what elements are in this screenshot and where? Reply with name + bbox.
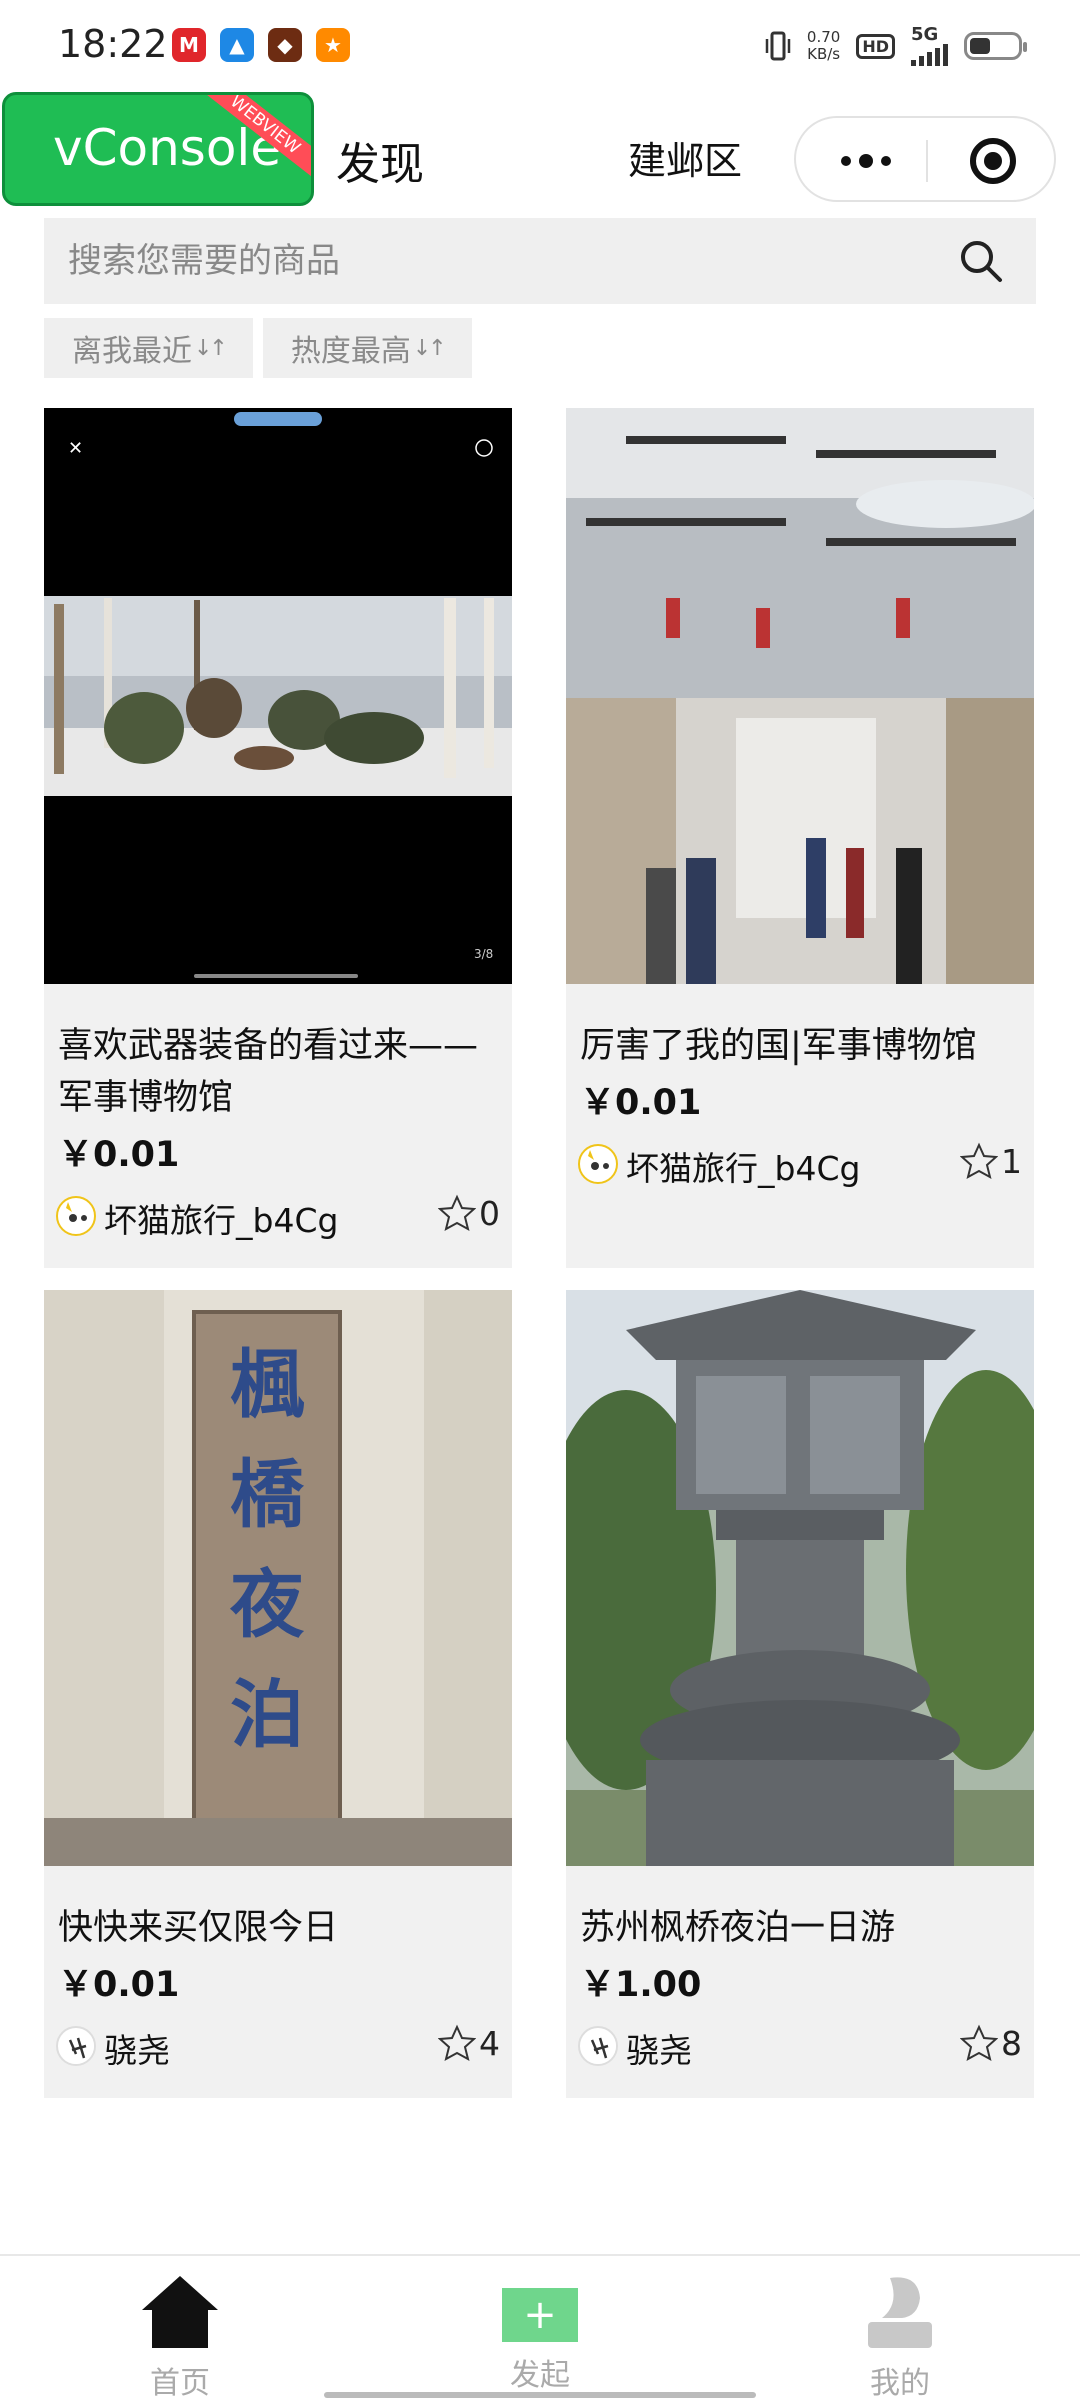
tab-home[interactable]: 首页 (100, 2274, 260, 2402)
fengqiao-stele-image: 楓 橋 夜 泊 (44, 1290, 512, 1866)
favorite-count: 0 (479, 1194, 500, 1233)
product-image-video: ✕ 3/8 (44, 408, 512, 984)
star-icon[interactable] (438, 1194, 476, 1232)
product-price: ￥0.01 (58, 1965, 180, 2005)
vibrate-icon (765, 31, 791, 61)
sort-arrows-icon: ↓↑ (412, 335, 447, 361)
network-speed-value: 0.70 (806, 28, 841, 46)
product-card[interactable]: 厉害了我的国|军事博物馆 ￥0.01 坏猫旅行_b4Cg 1 (566, 408, 1034, 1268)
favorite-count: 1 (1001, 1142, 1022, 1181)
sort-hottest-label: 热度最高 (290, 334, 411, 369)
navigation-app-icon: ▲ (220, 28, 254, 62)
product-footer: 坏猫旅行_b4Cg 1 (566, 1130, 1034, 1200)
product-image: 楓 橋 夜 泊 (44, 1290, 512, 1866)
district-selector[interactable]: 建邺区 (628, 130, 742, 185)
status-app-icons: M ▲ ◆ ★ (172, 28, 350, 62)
status-time: 18:22 (58, 22, 168, 66)
product-card[interactable]: ✕ 3/8 喜欢武器装备的看过来——军事博物馆 ￥0.01 坏猫旅行_b4Cg (44, 408, 512, 1268)
battery-icon (964, 32, 1027, 60)
metro-app-icon: M (172, 28, 206, 62)
product-price: ￥1.00 (580, 1965, 702, 2005)
close-miniprogram-icon[interactable] (970, 138, 1016, 184)
stele-char-2: 橋 (230, 1452, 305, 1538)
home-indicator[interactable] (324, 2392, 756, 2398)
product-price: ￥0.01 (580, 1083, 702, 1123)
status-indicators: 0.70 KB/s HD 5G (765, 26, 1027, 66)
product-title: 厉害了我的国|军事博物馆 (580, 1026, 977, 1066)
product-title: 快快来买仅限今日 (58, 1908, 339, 1948)
network-speed-unit: KB/s (807, 45, 841, 63)
video-page-indicator: 3/8 (474, 947, 493, 961)
add-post-icon: + (502, 2288, 578, 2342)
stele-char-4: 泊 (230, 1672, 304, 1758)
vconsole-button[interactable]: vConsole WEBVIEW (2, 92, 314, 206)
tab-post-label: 发起 (510, 2358, 570, 2393)
product-footer: 坏猫旅行_b4Cg 0 (44, 1182, 512, 1252)
tab-mine[interactable]: 我的 (820, 2274, 980, 2402)
cellular-signal: 5G (911, 26, 948, 66)
museum-diorama-image: ✕ 3/8 (44, 412, 512, 978)
product-footer: 骁尧 4 (44, 2012, 512, 2082)
author-name: 骁尧 (626, 2031, 692, 2070)
product-title: 喜欢武器装备的看过来——军事博物馆 (58, 1026, 479, 1118)
author-name: 坏猫旅行_b4Cg (626, 1149, 861, 1188)
cat-avatar (578, 1144, 618, 1184)
search-input[interactable] (68, 218, 948, 304)
product-footer: 骁尧 8 (566, 2012, 1034, 2082)
star-icon[interactable] (438, 2024, 476, 2062)
miniprogram-capsule (794, 116, 1056, 202)
nav-bar: vConsole WEBVIEW 发现 建邺区 (0, 92, 1080, 220)
product-card[interactable]: 楓 橋 夜 泊 快快来买仅限今日 ￥0.01 骁尧 4 (44, 1290, 512, 2098)
stele-char-1: 楓 (230, 1342, 305, 1428)
bottom-tab-bar: 首页 + 发起 我的 (0, 2254, 1080, 2404)
cat-avatar (56, 1196, 96, 1236)
tab-post[interactable]: + 发起 (460, 2274, 620, 2394)
game-app-icon: ◆ (268, 28, 302, 62)
star-icon[interactable] (960, 2024, 998, 2062)
author-name: 坏猫旅行_b4Cg (104, 1201, 339, 1240)
calligraphy-avatar (56, 2026, 96, 2066)
star-icon[interactable] (960, 1142, 998, 1180)
svg-text:✕: ✕ (68, 438, 83, 459)
network-speed: 0.70 KB/s (807, 29, 840, 63)
military-museum-image (566, 408, 1034, 984)
product-image (566, 408, 1034, 984)
tab-home-label: 首页 (150, 2366, 210, 2401)
stele-char-3: 夜 (229, 1562, 305, 1648)
shopping-app-icon: ★ (316, 28, 350, 62)
hd-badge: HD (856, 33, 895, 59)
tab-mine-label: 我的 (870, 2366, 930, 2401)
search-icon[interactable] (958, 238, 1004, 284)
profile-icon (868, 2277, 932, 2348)
home-icon (142, 2276, 218, 2348)
signal-bars-icon (911, 44, 948, 66)
stone-pagoda-image (566, 1290, 1034, 1866)
search-bar (44, 218, 1036, 304)
capsule-divider (926, 140, 928, 182)
product-image (566, 1290, 1034, 1866)
sort-options: 离我最近 ↓↑ 热度最高 ↓↑ (44, 318, 472, 378)
product-card[interactable]: 苏州枫桥夜泊一日游 ￥1.00 骁尧 8 (566, 1290, 1034, 2098)
favorite-count: 4 (479, 2024, 500, 2063)
favorite-count: 8 (1001, 2024, 1022, 2063)
sort-arrows-icon: ↓↑ (194, 335, 228, 361)
sort-nearest-button[interactable]: 离我最近 ↓↑ (44, 318, 253, 378)
product-title: 苏州枫桥夜泊一日游 (580, 1908, 896, 1948)
author-name: 骁尧 (104, 2031, 170, 2070)
calligraphy-avatar (578, 2026, 618, 2066)
product-price: ￥0.01 (58, 1135, 180, 1175)
more-menu-icon[interactable] (836, 144, 896, 178)
sort-nearest-label: 离我最近 (72, 334, 192, 369)
network-type: 5G (911, 24, 939, 45)
status-bar: 18:22 M ▲ ◆ ★ 0.70 KB/s HD 5G (0, 0, 1080, 92)
page-title: 发现 (336, 139, 424, 190)
vconsole-label: vConsole (53, 119, 282, 177)
sort-hottest-button[interactable]: 热度最高 ↓↑ (262, 318, 472, 378)
